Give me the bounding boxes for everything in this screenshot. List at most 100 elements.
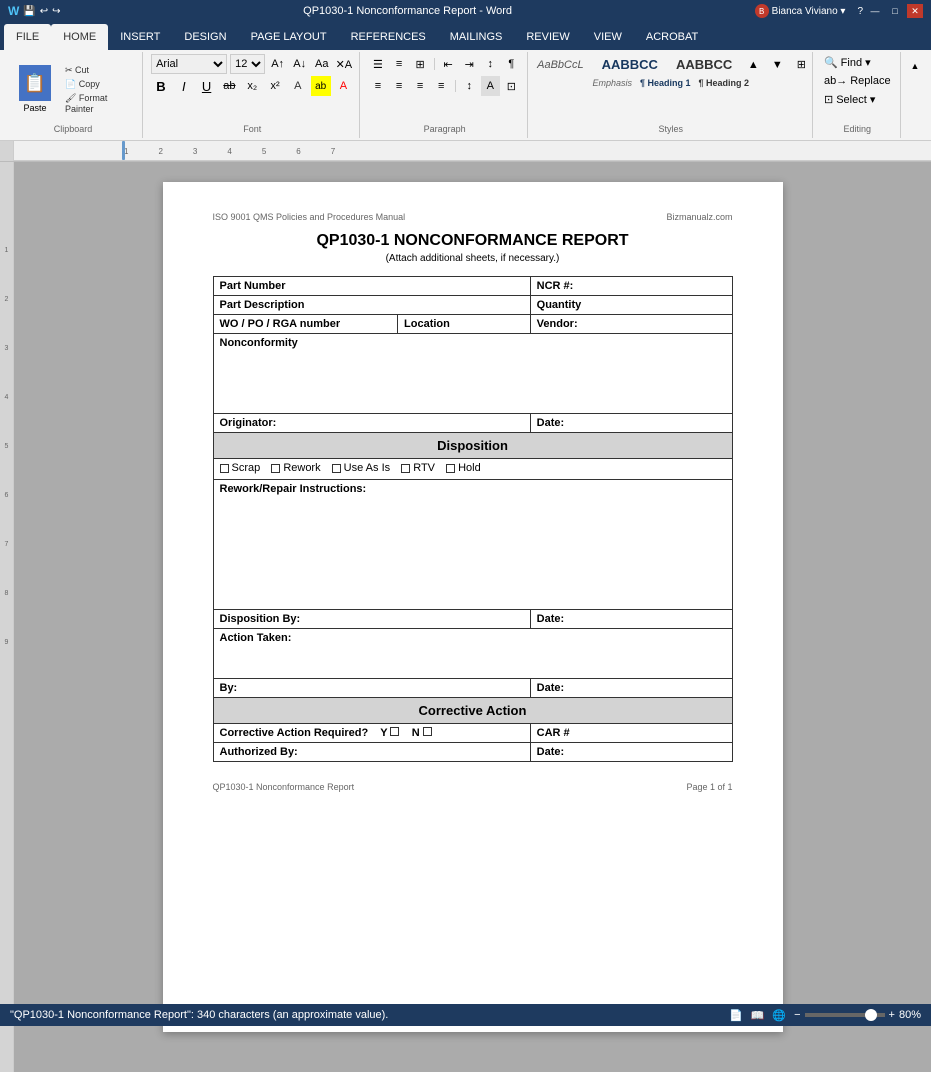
style-default[interactable]: AaBbCcL [530,56,590,74]
left-hanging-marker[interactable] [122,150,125,160]
copy-button[interactable]: 📄 Copy [62,78,136,91]
font-row-2: B I U ab x₂ x² A ab A [151,76,353,96]
shading-button[interactable]: A [481,76,500,96]
scrap-label: Scrap [232,462,261,474]
select-button[interactable]: ⊡ Select ▾ [819,91,896,108]
tab-home[interactable]: HOME [51,24,108,50]
borders-button[interactable]: ⊡ [502,76,521,96]
change-case-button[interactable]: Aa [312,54,331,74]
zoom-thumb[interactable] [865,1009,877,1021]
tab-insert[interactable]: INSERT [108,24,172,50]
quick-access-undo[interactable]: ↩ [40,6,48,17]
superscript-button[interactable]: x² [265,76,285,96]
scrap-checkbox-item: Scrap [220,462,261,474]
ribbon-tab-bar: FILE HOME INSERT DESIGN PAGE LAYOUT REFE… [0,22,931,50]
zoom-level[interactable]: 80% [899,1009,921,1021]
strikethrough-button[interactable]: ab [220,76,240,96]
view-read-button[interactable]: 📖 [751,1009,765,1022]
tab-references[interactable]: REFERENCES [339,24,438,50]
tab-view[interactable]: VIEW [582,24,634,50]
hold-checkbox[interactable] [446,464,455,473]
doc-header-right: Bizmanualz.com [666,212,732,222]
clear-formatting-button[interactable]: ✕A [334,54,353,74]
style-heading1[interactable]: AABBCC [595,54,665,75]
bold-button[interactable]: B [151,76,171,96]
minimize-button[interactable]: — [867,4,883,18]
increase-indent-button[interactable]: ⇥ [460,54,479,74]
find-button[interactable]: 🔍 Find ▾ [819,54,896,71]
paste-icon: 📋 [19,65,51,101]
location-label: Location [398,315,531,334]
scrap-checkbox[interactable] [220,464,229,473]
style-label-heading2: ¶ Heading 2 [698,78,749,88]
close-button[interactable]: ✕ [907,4,923,18]
doc-header-left: ISO 9001 QMS Policies and Procedures Man… [213,212,406,222]
decrease-indent-button[interactable]: ⇤ [439,54,458,74]
zoom-in-button[interactable]: + [889,1009,895,1021]
align-center-button[interactable]: ≡ [389,76,408,96]
quick-access-save[interactable]: 💾 [23,6,35,17]
show-marks-button[interactable]: ¶ [502,54,521,74]
table-row: Scrap Rework Use As Is RTV [213,459,732,480]
rtv-checkbox-item: RTV [401,462,435,474]
word-icon: W [8,4,19,18]
paragraph-label: Paragraph [424,124,466,136]
clipboard-content: 📋 Paste ✂ Cut 📄 Copy 🖌 Format Painter [10,54,136,124]
justify-button[interactable]: ≡ [432,76,451,96]
italic-button[interactable]: I [174,76,194,96]
yes-checkbox[interactable] [390,727,399,736]
help-button[interactable]: ? [857,6,863,17]
font-name-select[interactable]: Arial [151,54,227,74]
view-web-button[interactable]: 🌐 [772,1009,786,1022]
font-size-select[interactable]: 12 [230,54,265,74]
table-row: Part Description Quantity [213,296,732,315]
decrease-font-button[interactable]: A↓ [290,54,309,74]
page-footer: QP1030-1 Nonconformance Report Page 1 of… [213,782,733,792]
maximize-button[interactable]: □ [887,4,903,18]
cut-button[interactable]: ✂ Cut [62,64,136,77]
zoom-slider[interactable] [805,1013,885,1017]
sort-button[interactable]: ↕ [481,54,500,74]
align-right-button[interactable]: ≡ [411,76,430,96]
view-print-button[interactable]: 📄 [729,1009,743,1022]
highlight-button[interactable]: ab [311,76,331,96]
document-title: QP1030-1 NONCONFORMANCE REPORT [213,232,733,250]
multilevel-list-button[interactable]: ⊞ [411,54,430,74]
rework-label: Rework [283,462,320,474]
tab-page-layout[interactable]: PAGE LAYOUT [239,24,339,50]
table-row: Rework/Repair Instructions: [213,479,732,609]
authorized-date-label: Date: [530,742,732,761]
ribbon-collapse-button[interactable]: ▲ [905,56,925,76]
styles-expand[interactable]: ⊞ [791,55,811,75]
text-effects-button[interactable]: A [288,76,308,96]
font-content: Arial 12 A↑ A↓ Aa ✕A B I U ab x₂ x² [151,54,353,96]
bullets-button[interactable]: ☰ [368,54,387,74]
paste-button[interactable]: 📋 Paste [10,60,60,118]
font-color-button[interactable]: A [334,76,354,96]
numbering-button[interactable]: ≡ [389,54,408,74]
format-painter-button[interactable]: 🖌 Format Painter [62,92,136,115]
align-left-button[interactable]: ≡ [368,76,387,96]
replace-button[interactable]: ab→ Replace [819,73,896,89]
no-checkbox[interactable] [423,727,432,736]
line-spacing-button[interactable]: ↕ [460,76,479,96]
styles-scroll-down[interactable]: ▼ [767,55,787,75]
use-as-is-checkbox[interactable] [332,464,341,473]
zoom-controls: − + 80% [794,1009,921,1021]
zoom-out-button[interactable]: − [794,1009,800,1021]
tab-file[interactable]: FILE [4,24,51,50]
tab-mailings[interactable]: MAILINGS [438,24,515,50]
ribbon-group-styles: AaBbCcL AABBCC AABBCC ▲ ▼ ⊞ Emphasis ¶ H… [530,52,813,138]
increase-font-button[interactable]: A↑ [268,54,287,74]
rework-checkbox[interactable] [271,464,280,473]
rtv-checkbox[interactable] [401,464,410,473]
styles-scroll-up[interactable]: ▲ [743,55,763,75]
table-row: Disposition [213,433,732,459]
quick-access-redo[interactable]: ↪ [52,6,60,17]
tab-design[interactable]: DESIGN [172,24,238,50]
underline-button[interactable]: U [197,76,217,96]
tab-acrobat[interactable]: ACROBAT [634,24,710,50]
subscript-button[interactable]: x₂ [242,76,262,96]
style-heading2[interactable]: AABBCC [669,54,739,75]
tab-review[interactable]: REVIEW [514,24,581,50]
